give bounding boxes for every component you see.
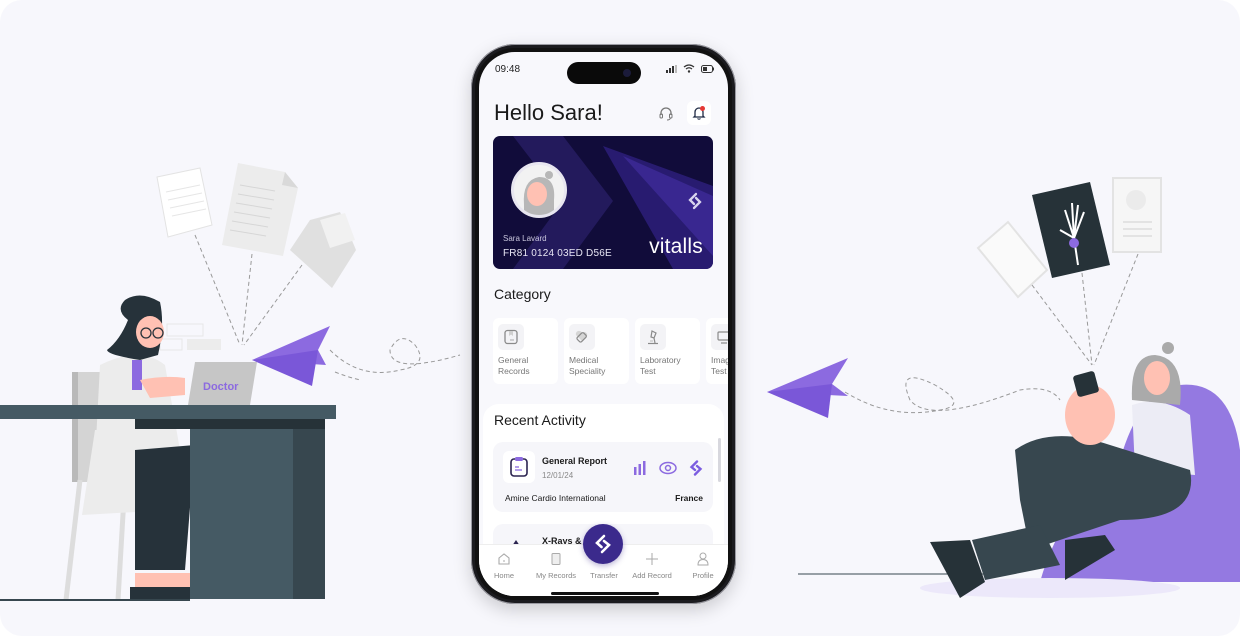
health-id-card[interactable]: Sara Lavard FR81 0124 03ED D56E vitalls	[493, 136, 713, 269]
transfer-icon	[595, 534, 611, 554]
patient-illustration	[767, 177, 1240, 598]
laptop: Doctor	[188, 362, 257, 405]
dynamic-island	[567, 62, 641, 84]
category-laboratory-test[interactable]: Laboratory Test	[635, 318, 700, 384]
tab-home[interactable]: Home	[479, 551, 529, 580]
activity-organization: Amine Cardio International	[505, 493, 606, 503]
clipboard-report-icon	[510, 457, 528, 477]
notifications-button[interactable]	[687, 101, 711, 125]
tab-label: Home	[493, 571, 514, 580]
category-medical-speciality[interactable]: Medical Speciality	[564, 318, 629, 384]
document-icon	[156, 167, 213, 238]
stats-icon[interactable]	[633, 461, 647, 475]
category-imaging-test[interactable]: Imaging Test	[706, 318, 728, 384]
laptop-label: Doctor	[203, 381, 239, 393]
status-time: 09:48	[495, 64, 521, 75]
doctor-illustration: Doctor	[0, 163, 360, 601]
document-icon	[222, 163, 298, 256]
phone-mockup: 09:48 Hello Sara! Sara Lavard FR81 0124 …	[471, 44, 736, 604]
records-icon	[504, 329, 518, 345]
headset-icon	[659, 107, 673, 121]
category-list: General Records Medical Speciality Labor…	[493, 318, 728, 384]
signal-icon	[666, 64, 677, 73]
card-brand: vitalls	[649, 235, 703, 258]
transfer-fab-button[interactable]	[583, 524, 623, 564]
card-avatar	[511, 162, 567, 218]
tab-add-record[interactable]: Add Record	[627, 551, 677, 580]
plus-icon	[646, 553, 658, 565]
category-general-records[interactable]: General Records	[493, 318, 558, 384]
profile-icon	[697, 552, 709, 566]
report-icon	[1112, 177, 1162, 253]
tab-label: My Records	[535, 571, 576, 580]
wifi-icon	[683, 64, 695, 73]
microscope-icon	[648, 330, 658, 345]
category-label: Laboratory Test	[640, 355, 681, 376]
activity-country: France	[675, 493, 703, 503]
home-indicator	[551, 592, 659, 595]
category-label: Imaging Test	[711, 355, 728, 376]
tab-label: Profile	[692, 571, 714, 580]
support-button[interactable]	[654, 101, 678, 125]
clipboard-icon	[976, 220, 1049, 299]
transfer-icon[interactable]	[689, 460, 703, 476]
folder-icon	[290, 212, 356, 288]
dashed-path-left	[329, 338, 461, 373]
activity-title: General Report	[542, 456, 608, 466]
card-number: FR81 0124 03ED D56E	[503, 248, 612, 259]
hero-canvas: Doctor 09:48 Hello Sara! Sara Lavard FR8…	[0, 0, 1240, 636]
tab-label: Add Record	[632, 571, 672, 580]
bell-icon	[692, 106, 706, 120]
notification-badge	[700, 106, 705, 111]
vitalls-logo-icon	[688, 192, 702, 210]
paper-plane-icon	[767, 358, 848, 418]
activity-item[interactable]: General Report 12/01/24 Amine Cardio Int…	[493, 442, 713, 512]
recent-activity-title: Recent Activity	[494, 412, 586, 428]
records-tab-icon	[551, 553, 561, 565]
tab-my-records[interactable]: My Records	[531, 551, 581, 580]
tab-profile[interactable]: Profile	[678, 551, 728, 580]
activity-scrollbar[interactable]	[718, 438, 721, 482]
category-label: General Records	[498, 355, 530, 376]
monitor-icon	[717, 331, 728, 344]
app-screen: 09:48 Hello Sara! Sara Lavard FR81 0124 …	[479, 52, 728, 596]
tag-heart-icon	[575, 330, 588, 343]
category-title: Category	[494, 286, 551, 302]
status-icons	[666, 64, 714, 73]
battery-icon	[701, 64, 714, 73]
home-icon	[498, 553, 510, 565]
category-label: Medical Speciality	[569, 355, 606, 376]
tab-label: Transfer	[590, 571, 618, 580]
greeting-title: Hello Sara!	[494, 100, 603, 125]
card-holder-name: Sara Lavard	[503, 234, 547, 243]
eye-icon[interactable]	[659, 461, 677, 475]
activity-date: 12/01/24	[542, 471, 574, 480]
paper-plane-icon	[252, 326, 330, 386]
xray-icon	[1032, 182, 1110, 278]
